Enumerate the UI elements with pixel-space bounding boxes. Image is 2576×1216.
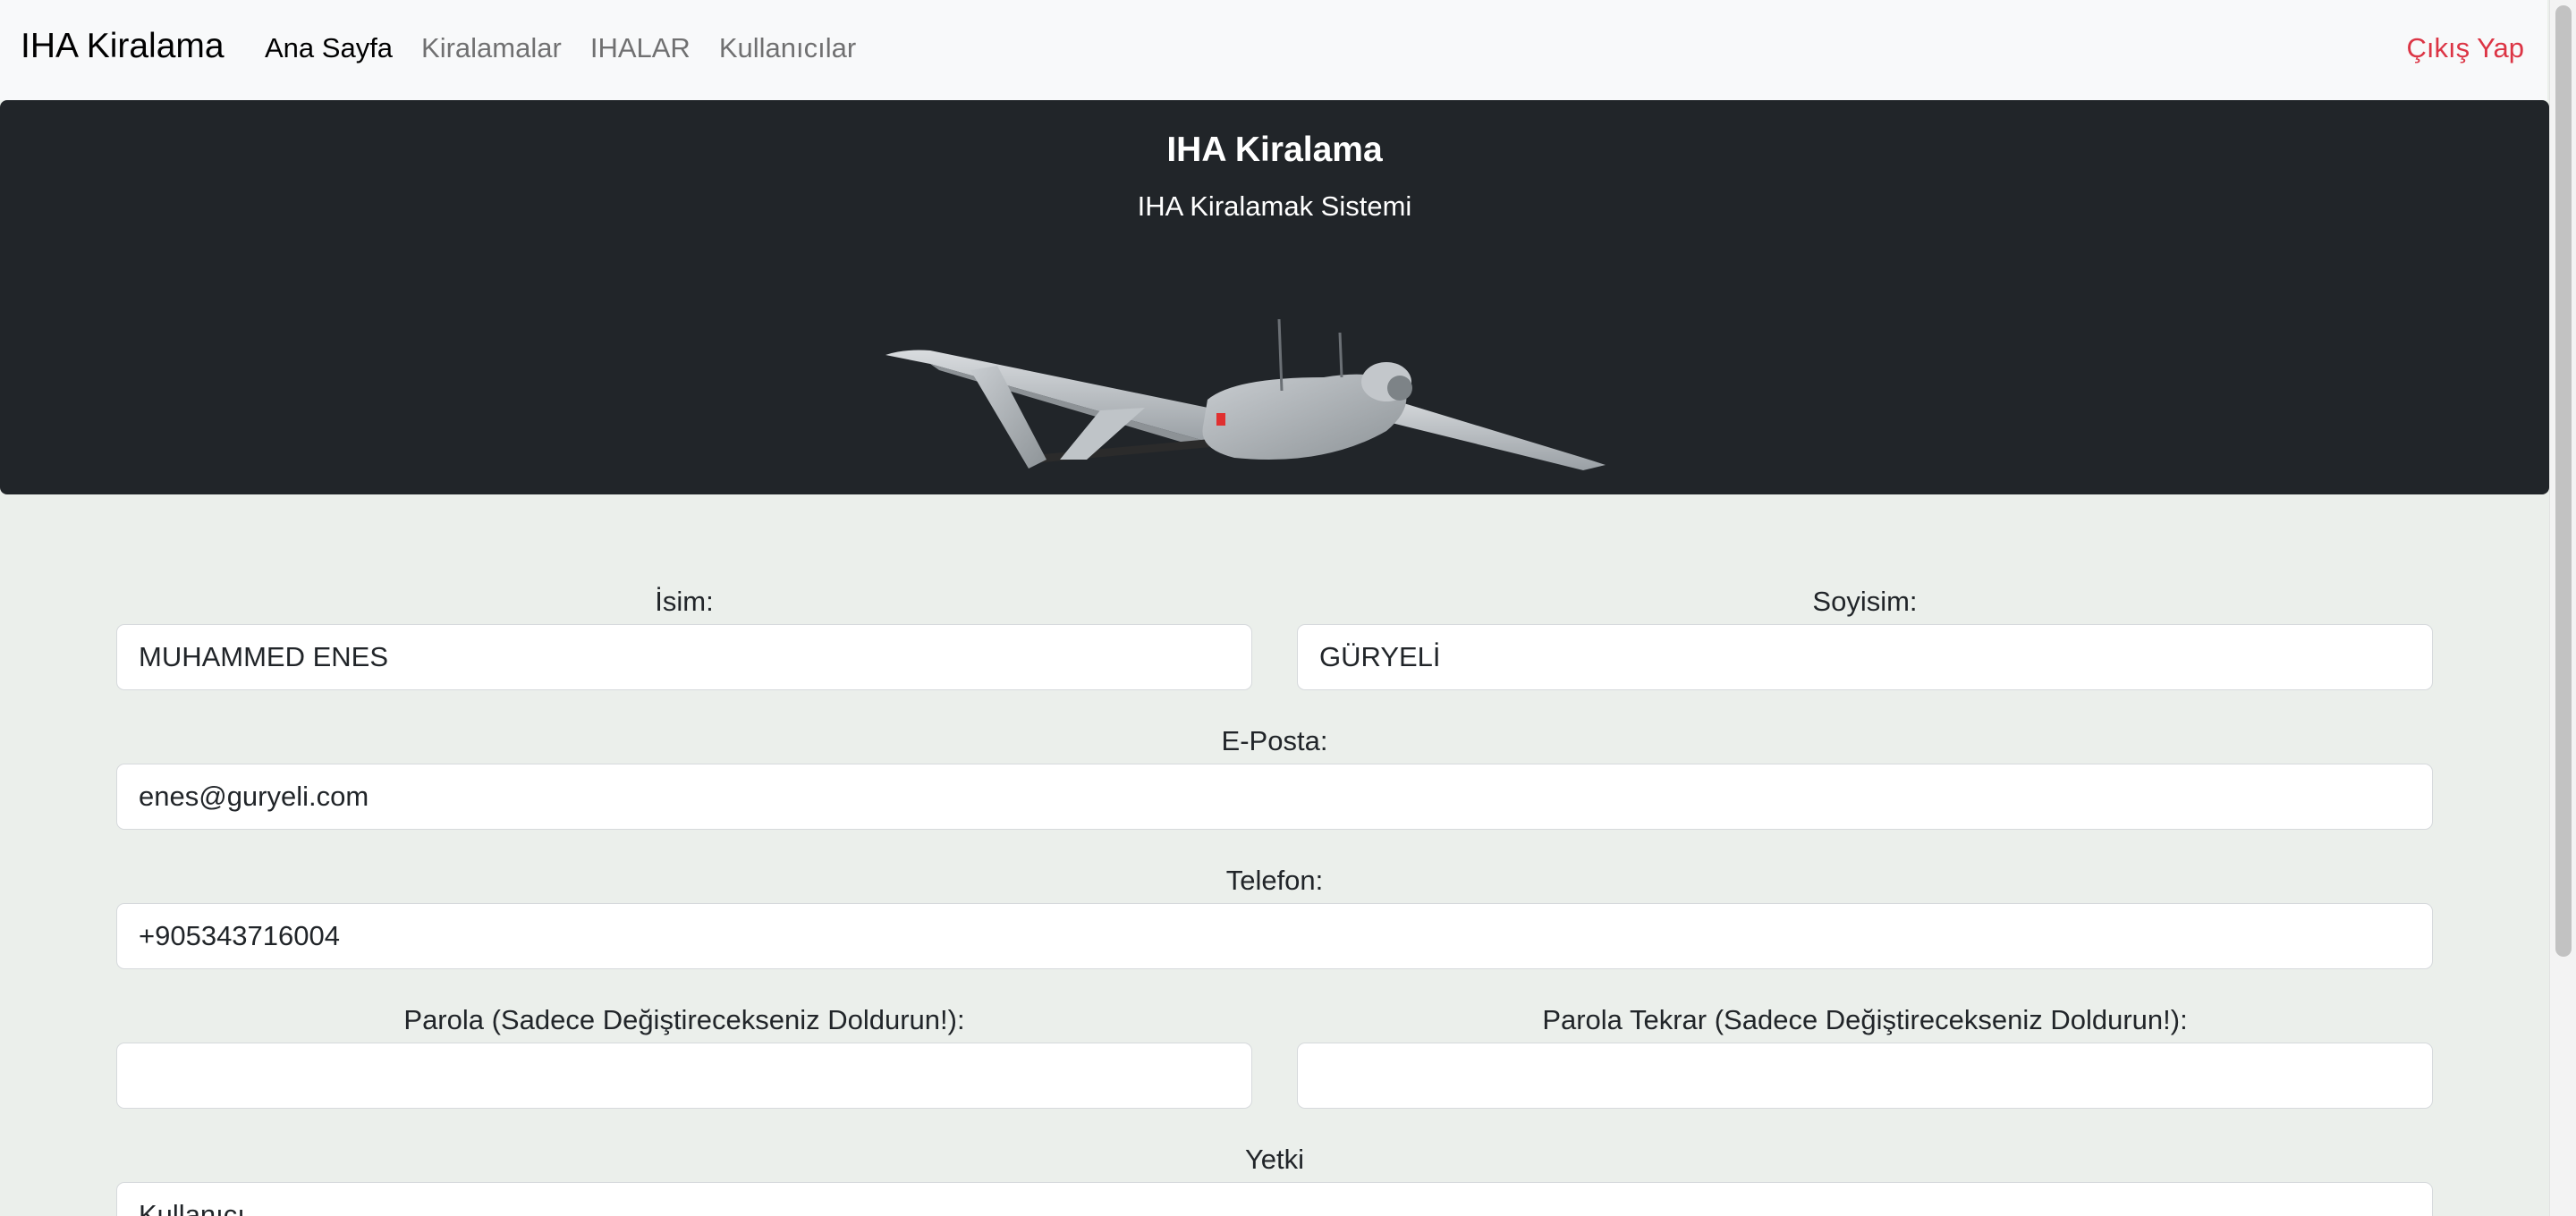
first-name-label: İsim: [655, 586, 714, 617]
nav-link-ihalar[interactable]: IHALAR [590, 32, 691, 64]
last-name-label: Soyisim: [1812, 586, 1918, 617]
brand-link[interactable]: IHA Kiralama [21, 27, 225, 66]
phone-input[interactable] [116, 903, 2433, 969]
role-select[interactable] [116, 1182, 2433, 1216]
first-name-input[interactable] [116, 624, 1252, 690]
nav-links: Ana Sayfa Kiralamalar IHALAR Kullanıcıla… [265, 32, 885, 64]
nav-link-ana-sayfa[interactable]: Ana Sayfa [265, 32, 393, 64]
password-input[interactable] [116, 1043, 1252, 1109]
email-input[interactable] [116, 764, 2433, 830]
nav-link-kiralamalar[interactable]: Kiralamalar [421, 32, 562, 64]
password-repeat-input[interactable] [1297, 1043, 2433, 1109]
hero-title: IHA Kiralama [1166, 131, 1383, 169]
email-label: E-Posta: [1221, 725, 1328, 756]
password-label: Parola (Sadece Değiştirecekseniz Dolduru… [403, 1004, 965, 1035]
password-repeat-label: Parola Tekrar (Sadece Değiştirecekseniz … [1542, 1004, 2188, 1035]
drone-image [886, 318, 1606, 470]
role-label: Yetki [1244, 1144, 1305, 1175]
nav-link-kullanicilar[interactable]: Kullanıcılar [719, 32, 856, 64]
phone-label: Telefon: [1225, 865, 1324, 896]
logout-link[interactable]: Çıkış Yap [2406, 32, 2524, 64]
scrollbar-thumb[interactable] [2555, 5, 2572, 957]
navbar: IHA Kiralama Ana Sayfa Kiralamalar IHALA… [0, 0, 2547, 100]
page-scrollbar[interactable] [2549, 0, 2576, 1216]
hero-banner: IHA Kiralama IHA Kiralamak Sistemi [0, 100, 2549, 494]
hero-subtitle: IHA Kiralamak Sistemi [1137, 190, 1412, 222]
last-name-input[interactable] [1297, 624, 2433, 690]
